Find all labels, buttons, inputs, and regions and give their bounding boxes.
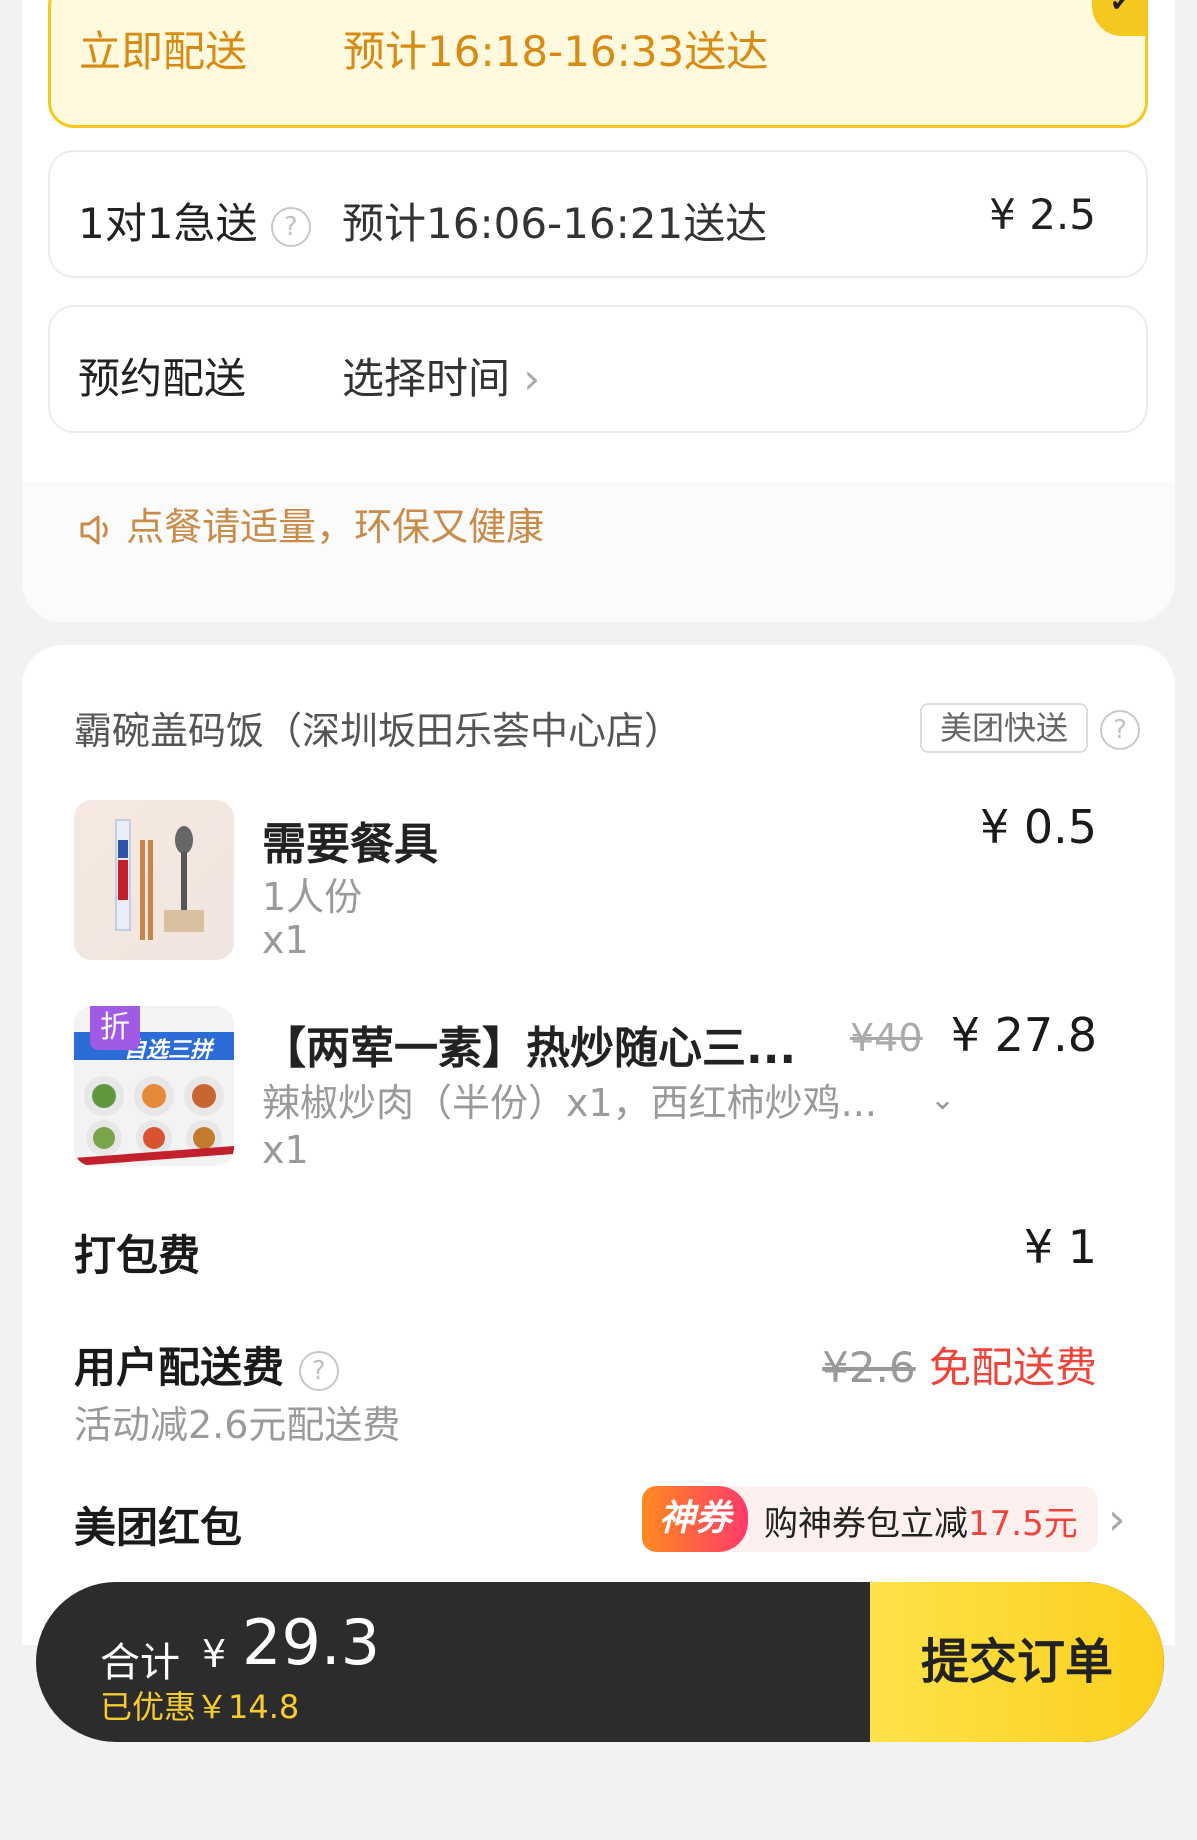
delivery-option-scheduled[interactable]: 预约配送 选择时间 › [48,305,1148,433]
scheduled-label: 预约配送 [78,354,247,403]
instant-label: 立即配送 [79,27,248,76]
combo-thumb-text: 自选三拼 [124,1038,213,1063]
checkout-bar: 合计 ¥ 29.3 已优惠￥14.8 提交订单 [36,1582,1164,1742]
saved-amount: 已优惠￥14.8 [100,1688,300,1726]
voucher-badge: 神券 [642,1486,748,1552]
item-old-price: ¥40 [850,1016,923,1060]
store-name[interactable]: 霸碗盖码饭（深圳坂田乐荟中心店） [74,700,682,755]
delivery-fee-help-icon[interactable]: ? [298,1350,339,1391]
delivery-option-instant[interactable]: 立即配送 预计16:18-16:33送达 ✔ [48,0,1148,128]
packing-fee-label: 打包费 [74,1231,201,1280]
submit-order-button[interactable]: 提交订单 [870,1582,1164,1742]
notice-row: 点餐请适量，环保又健康 [76,496,544,551]
ship-help-icon[interactable]: ? [1100,710,1140,750]
notice-text: 点餐请适量，环保又健康 [126,505,545,549]
chevron-down-icon[interactable]: ⌄ [930,1082,955,1117]
free-delivery-label: 免配送费 [928,1343,1097,1392]
express-eta: 预计16:06-16:21送达 [342,199,768,248]
discount-badge: 折 [90,1006,140,1050]
red-packet-label: 美团红包 [74,1503,243,1552]
item-spec: 辣椒炒肉（半份）x1，西红柿炒鸡... [262,1081,877,1125]
tableware-thumbnail [74,800,234,960]
delivery-fee-old-price: ¥2.6 [822,1343,916,1392]
combo-thumbnail: 自选三拼 折 [74,1006,234,1166]
delivery-fee-value: ¥2.6 免配送费 [822,1334,1097,1395]
speaker-icon [80,515,108,544]
express-price: ¥ 2.5 [989,190,1096,239]
total-label: 合计 [100,1640,180,1686]
item-name: 【两荤一素】热炒随心三... [262,1023,797,1074]
help-icon[interactable]: ? [270,206,311,247]
item-price: ¥ 0.5 [979,800,1097,854]
selected-check-icon: ✔ [1092,0,1148,36]
delivery-option-express[interactable]: 1对1急送 ? 预计16:06-16:21送达 ¥ 2.5 [48,150,1148,278]
voucher-promo[interactable]: 神券 购神券包立减17.5元 [642,1486,1098,1552]
chevron-right-icon[interactable]: › [1108,1494,1126,1545]
total-currency: ¥ [202,1632,227,1676]
select-time-link[interactable]: 选择时间 [342,354,510,403]
item-qty: x1 [262,918,309,962]
chevron-right-icon: › [523,354,541,403]
item-name: 需要餐具 [262,819,438,870]
delivery-fee-note: 活动减2.6元配送费 [74,1403,401,1447]
express-label: 1对1急送 [78,199,258,248]
promo-amount: 17.5元 [968,1504,1078,1544]
ship-tag: 美团快送 [920,703,1088,753]
delivery-fee-label: 用户配送费 [74,1343,285,1392]
instant-eta: 预计16:18-16:33送达 [343,27,769,76]
item-spec: 1人份 [262,875,363,919]
promo-text: 购神券包立减 [764,1504,968,1544]
item-qty: x1 [262,1128,309,1172]
total-amount: 29.3 [242,1606,381,1679]
item-price: ¥ 27.8 [950,1008,1097,1062]
packing-fee-price: ¥ 1 [1023,1220,1097,1274]
